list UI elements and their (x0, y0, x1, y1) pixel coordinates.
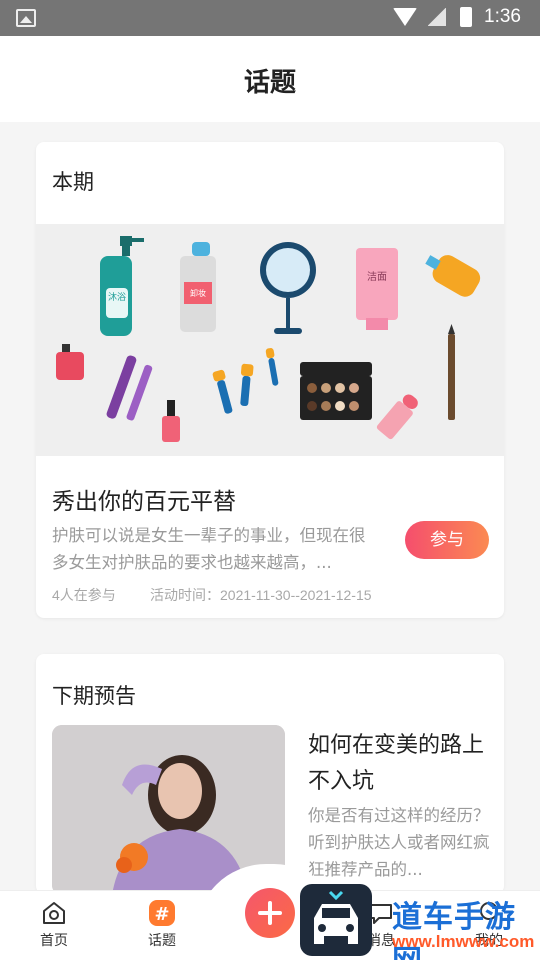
current-section-label: 本期 (52, 170, 94, 194)
hashtag-icon: # (149, 900, 175, 926)
status-bar: 1:36 (0, 0, 540, 36)
cosmetics-illustration: 沐浴 卸妆 洁面 (56, 236, 481, 442)
topic-description: 护肤可以说是女生一辈子的事业，但现在很多女生对护肤品的要求也越来越高，... (52, 526, 366, 572)
tab-topic[interactable]: # 话题 (127, 899, 197, 950)
next-topic-description: 你是否有过这样的经历？听到护肤达人或者网红疯狂推荐产品的... (308, 806, 490, 879)
car-logo-icon (314, 890, 358, 944)
app-header: 话题 (0, 36, 540, 122)
remover-label: 卸妆 (190, 288, 206, 298)
no-signal-icon (428, 8, 446, 26)
battery-charging-icon (460, 7, 472, 27)
tab-home[interactable]: 首页 (19, 899, 89, 950)
cleanser-label: 洁面 (367, 270, 387, 283)
next-topic-title: 如何在变美的路上不入坑 (308, 733, 485, 794)
next-section-label: 下期预告 (52, 684, 136, 708)
create-post-button[interactable] (245, 888, 295, 938)
image-notification-icon (16, 9, 36, 27)
next-topic-card[interactable]: 下期预告 如何在变美的路上不入坑 你是否有过这样的经历？听到护肤达人或者网红疯狂… (36, 654, 504, 894)
participant-count: 4人在参与 (52, 587, 116, 603)
svg-text:#: # (154, 904, 169, 925)
tab-home-label: 首页 (40, 933, 68, 949)
topic-title: 秀出你的百元平替 (52, 489, 236, 515)
page-title: 话题 (243, 68, 296, 98)
wifi-icon (393, 8, 417, 26)
site-watermark: 道车手游网 www.lmwww.com (300, 884, 540, 960)
home-icon (43, 902, 65, 924)
watermark-logo (300, 884, 372, 956)
status-time: 1:36 (484, 6, 521, 27)
watermark-url: www.lmwww.com (392, 932, 535, 951)
current-topic-card[interactable]: 本期 沐浴 卸妆 洁面 秀出你的百元平替 护肤可以说是女生一辈子的事业，但现在很… (36, 142, 504, 618)
join-button[interactable]: 参与 (405, 521, 489, 559)
topic-banner-image: 沐浴 卸妆 洁面 (36, 224, 504, 456)
tab-topic-label: 话题 (148, 933, 176, 949)
activity-time: 活动时间：2021-11-30--2021-12-15 (150, 587, 372, 603)
body-wash-label: 沐浴 (108, 291, 126, 303)
